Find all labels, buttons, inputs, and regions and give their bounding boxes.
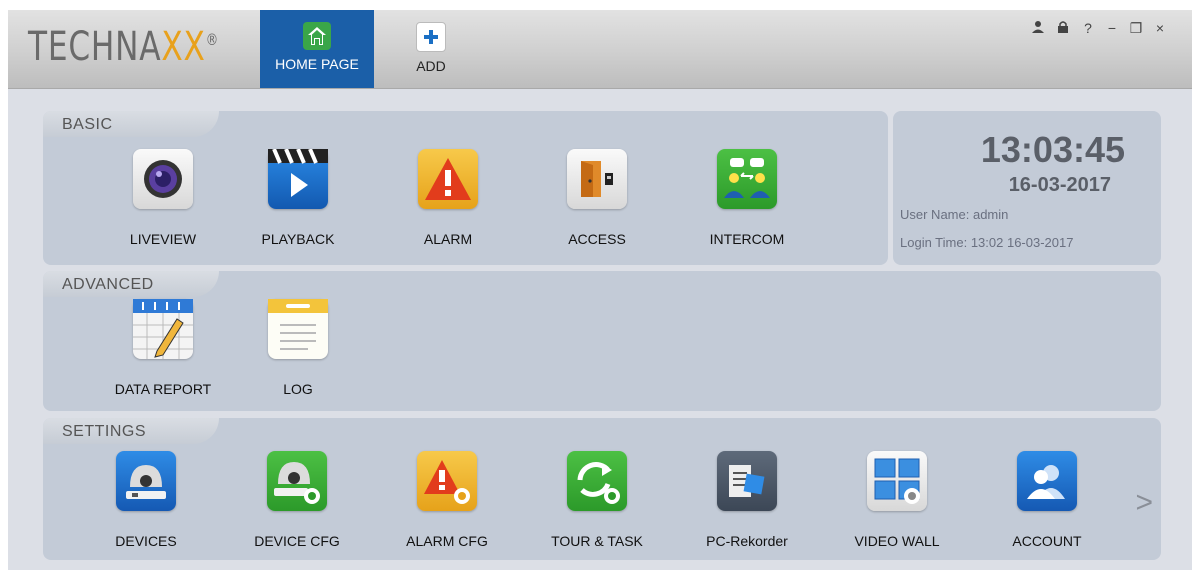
notepad-icon bbox=[268, 299, 328, 359]
home-icon bbox=[303, 22, 331, 50]
spreadsheet-pencil-icon bbox=[133, 299, 193, 359]
tab-home-page[interactable]: HOME PAGE bbox=[260, 10, 374, 88]
next-page-arrow[interactable]: > bbox=[1135, 486, 1153, 520]
tour-task-label: TOUR & TASK bbox=[551, 533, 643, 549]
pc-rekorder-label: PC-Rekorder bbox=[706, 533, 788, 549]
dome-camera-gear-icon bbox=[267, 451, 327, 511]
video-wall-gear-icon bbox=[867, 451, 927, 511]
video-wall-label: VIDEO WALL bbox=[854, 533, 940, 549]
user-icon[interactable] bbox=[1028, 20, 1048, 37]
devices-label: DEVICES bbox=[115, 533, 177, 549]
user-name-text: User Name: admin bbox=[900, 207, 1009, 222]
alarm-warning-icon bbox=[418, 149, 478, 209]
door-access-icon bbox=[567, 149, 627, 209]
basic-panel: BASIC LIVEVIEW PLAYBACK ALARM ACCESS INT… bbox=[43, 111, 888, 265]
alarm-tile[interactable]: ALARM bbox=[388, 149, 508, 247]
video-wall-tile[interactable]: VIDEO WALL bbox=[837, 451, 957, 549]
data-report-label: DATA REPORT bbox=[114, 381, 212, 397]
technaxx-logo: TECHNAXX® bbox=[28, 24, 219, 70]
playback-tile[interactable]: PLAYBACK bbox=[238, 149, 358, 247]
clock-panel: 13:03:45 16-03-2017 User Name: admin Log… bbox=[893, 111, 1161, 265]
access-tile[interactable]: ACCESS bbox=[537, 149, 657, 247]
restore-icon[interactable]: ❐ bbox=[1126, 20, 1146, 37]
tab-home-page-label: HOME PAGE bbox=[275, 56, 359, 72]
account-label: ACCOUNT bbox=[1012, 533, 1082, 549]
pc-rekorder-tile[interactable]: PC-Rekorder bbox=[687, 451, 807, 549]
advanced-panel: ADVANCED DATA REPORT LOG bbox=[43, 271, 1161, 411]
current-date: 16-03-2017 bbox=[1008, 174, 1111, 196]
title-bar: TECHNAXX® HOME PAGE ADD ? − ❐ × bbox=[8, 10, 1192, 89]
clapperboard-play-icon bbox=[268, 149, 328, 209]
log-tile[interactable]: LOG bbox=[238, 299, 358, 397]
basic-header: BASIC bbox=[43, 111, 219, 137]
dome-camera-icon bbox=[116, 451, 176, 511]
users-account-icon bbox=[1017, 451, 1077, 511]
alarm-cfg-label: ALARM CFG bbox=[406, 533, 488, 549]
tab-add-label: ADD bbox=[416, 58, 446, 74]
devices-tile[interactable]: DEVICES bbox=[86, 451, 206, 549]
settings-header: SETTINGS bbox=[43, 418, 219, 444]
account-tile[interactable]: ACCOUNT bbox=[987, 451, 1107, 549]
plus-icon bbox=[416, 22, 446, 52]
tab-add[interactable]: ADD bbox=[374, 10, 488, 88]
device-cfg-tile[interactable]: DEVICE CFG bbox=[237, 451, 357, 549]
liveview-tile[interactable]: LIVEVIEW bbox=[103, 149, 223, 247]
intercom-tile[interactable]: INTERCOM bbox=[687, 149, 807, 247]
advanced-header: ADVANCED bbox=[43, 271, 219, 297]
recorder-icon bbox=[717, 451, 777, 511]
refresh-gear-icon bbox=[567, 451, 627, 511]
app-window: TECHNAXX® HOME PAGE ADD ? − ❐ × BASIC LI… bbox=[8, 10, 1192, 570]
minimize-icon[interactable]: − bbox=[1102, 20, 1122, 36]
playback-label: PLAYBACK bbox=[261, 231, 335, 247]
intercom-users-icon bbox=[717, 149, 777, 209]
access-label: ACCESS bbox=[568, 231, 626, 247]
data-report-tile[interactable]: DATA REPORT bbox=[103, 299, 223, 397]
lock-icon[interactable] bbox=[1053, 20, 1073, 37]
alarm-gear-icon bbox=[417, 451, 477, 511]
tour-task-tile[interactable]: TOUR & TASK bbox=[537, 451, 657, 549]
help-icon[interactable]: ? bbox=[1078, 20, 1098, 36]
log-label: LOG bbox=[283, 381, 313, 397]
device-cfg-label: DEVICE CFG bbox=[254, 533, 340, 549]
current-time: 13:03:45 bbox=[980, 129, 1125, 170]
camera-lens-icon bbox=[133, 149, 193, 209]
alarm-label: ALARM bbox=[423, 231, 473, 247]
intercom-label: INTERCOM bbox=[709, 231, 785, 247]
alarm-cfg-tile[interactable]: ALARM CFG bbox=[387, 451, 507, 549]
close-icon[interactable]: × bbox=[1150, 20, 1170, 36]
settings-panel: SETTINGS DEVICES DEVICE CFG ALARM CFG TO… bbox=[43, 418, 1161, 560]
liveview-label: LIVEVIEW bbox=[129, 231, 197, 247]
login-time-text: Login Time: 13:02 16-03-2017 bbox=[900, 235, 1074, 250]
